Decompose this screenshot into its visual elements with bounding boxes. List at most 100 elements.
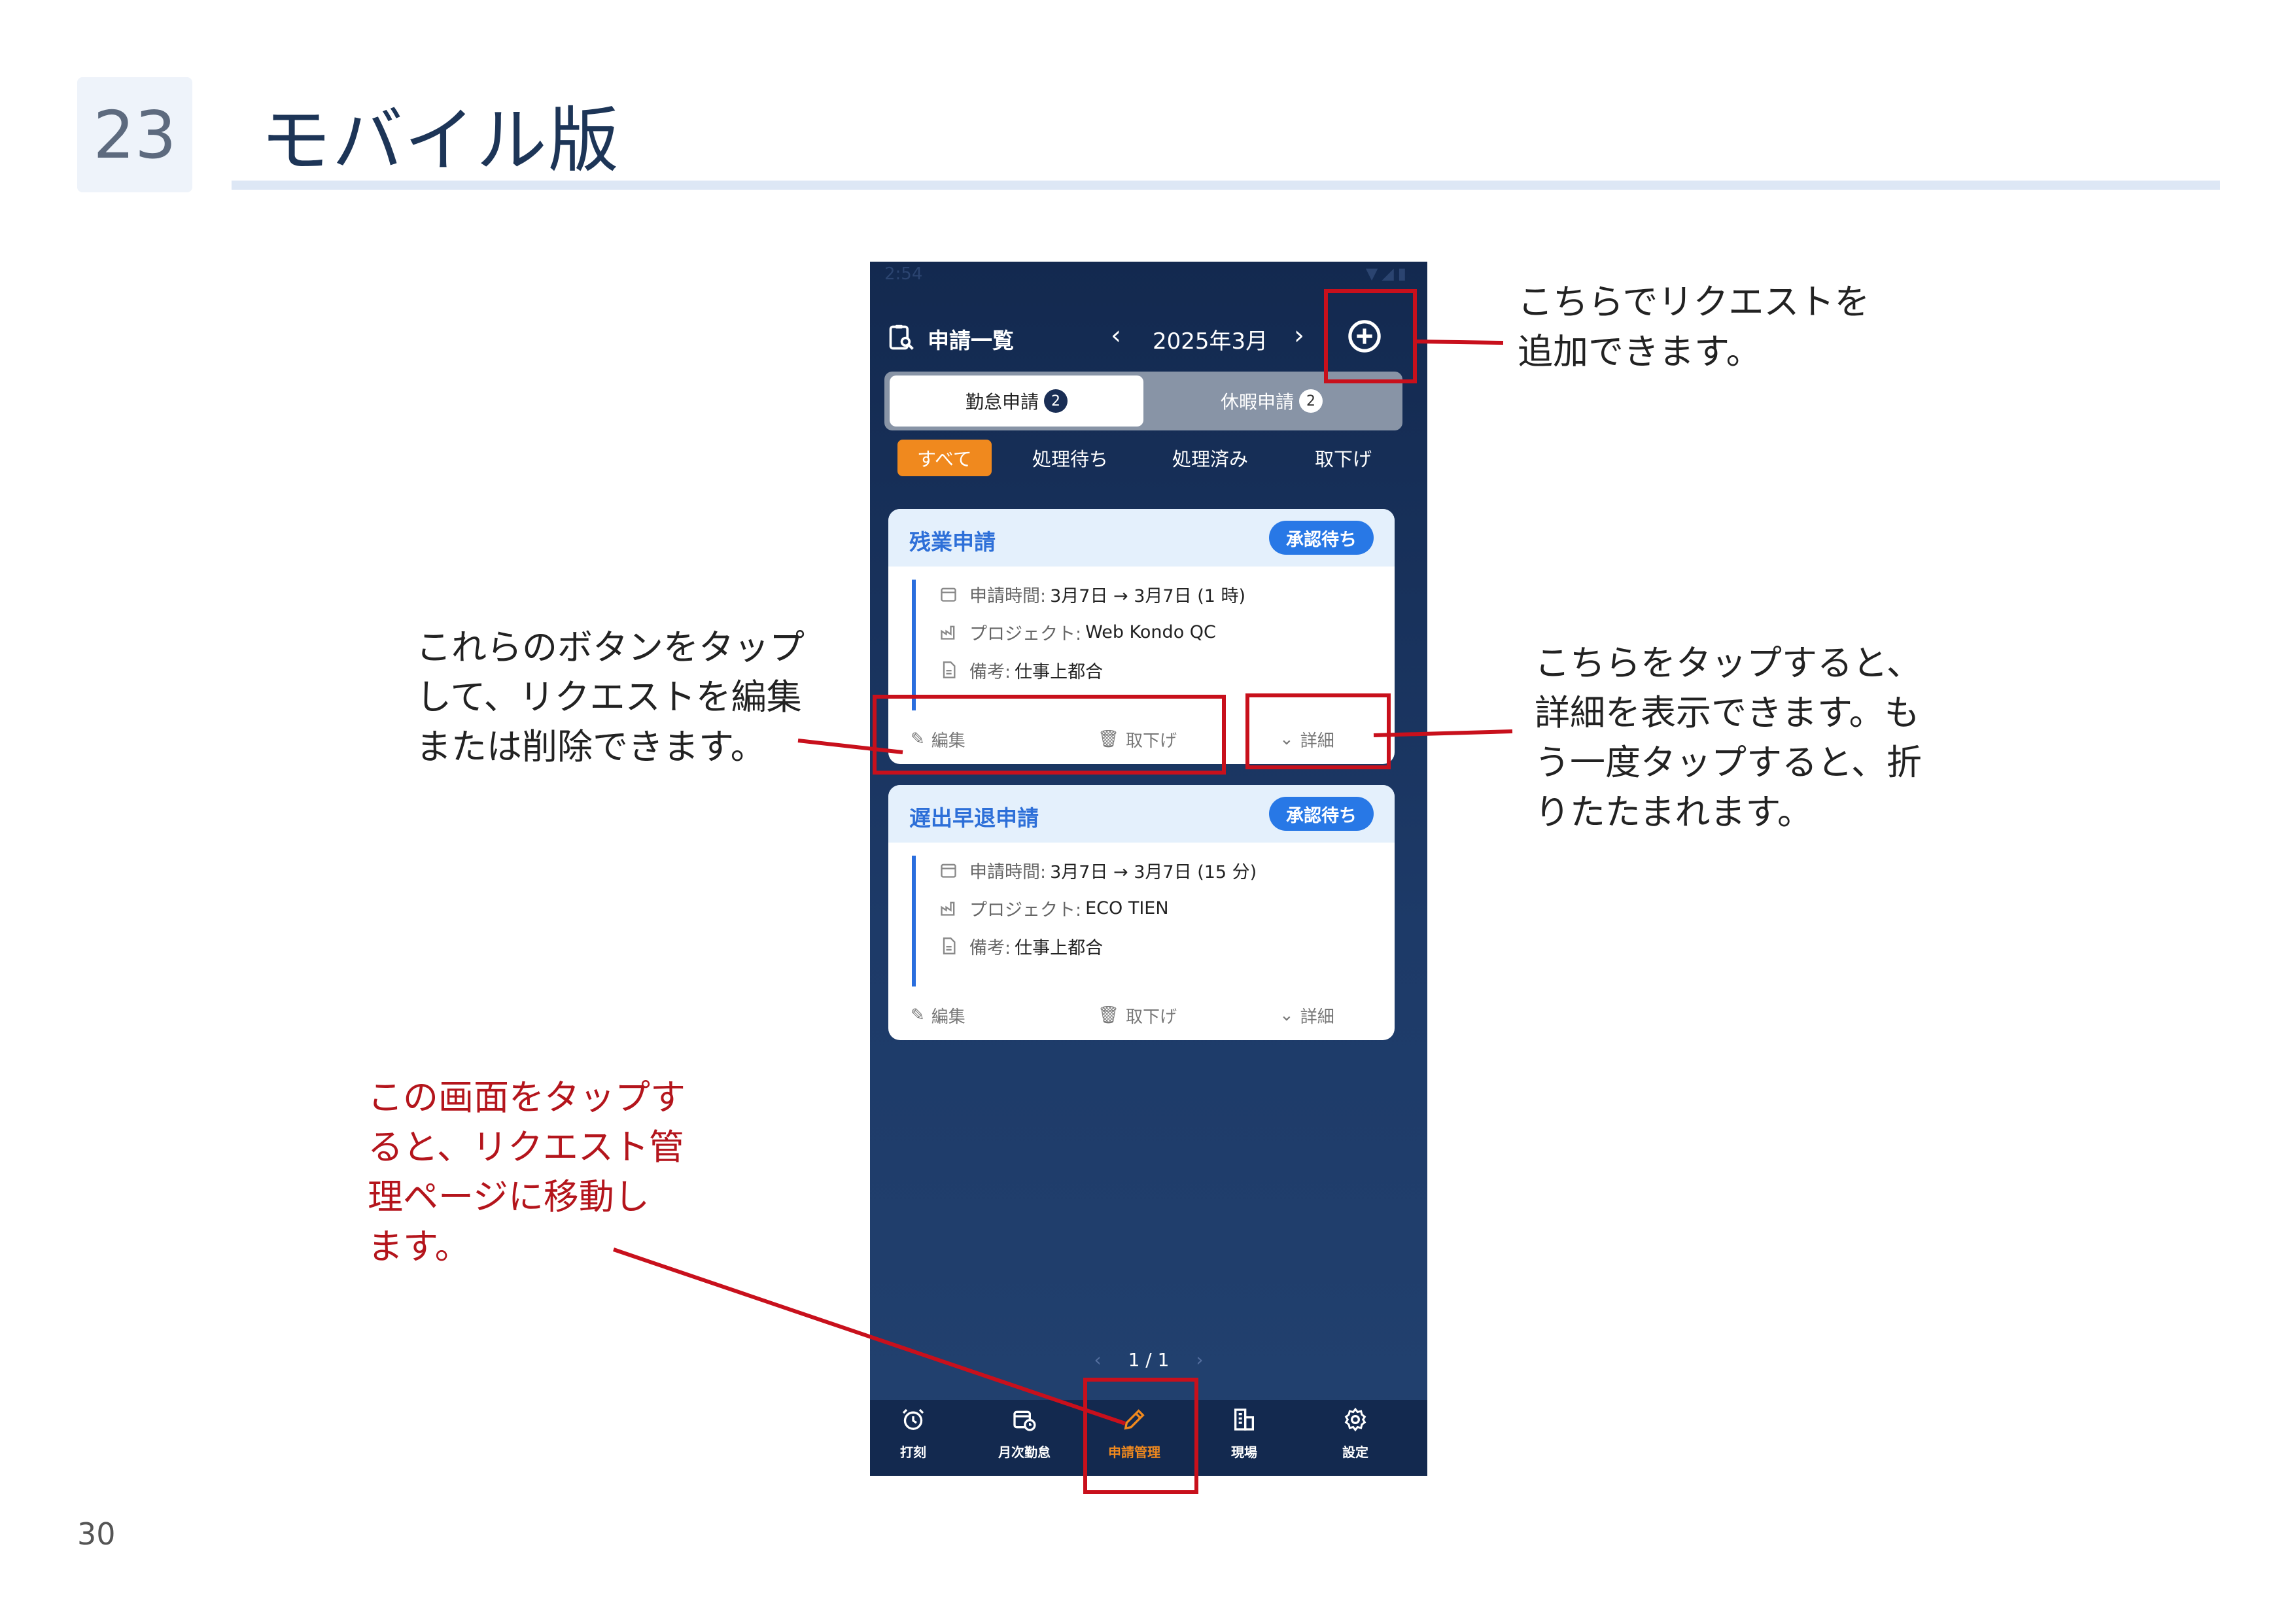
time-label: 申請時間: xyxy=(969,862,1047,882)
note-line: ると、リクエスト管 xyxy=(368,1126,684,1168)
note-line: こちらでリクエストを xyxy=(1518,281,1870,323)
card-details: 申請時間: 3月7日 → 3月7日 (15 分) プロジェクト: ECO TIE… xyxy=(912,856,1374,986)
note-line: 詳細を表示できます。も xyxy=(1535,692,1920,733)
highlight-add-button xyxy=(1324,289,1417,383)
project-label: プロジェクト: xyxy=(969,899,1082,920)
edit-label: 編集 xyxy=(931,1007,965,1027)
status-time: 2:54 xyxy=(884,264,923,284)
card-actions: ✎ 編集 🗑 取下げ ⌄ 詳細 xyxy=(888,998,1395,1032)
title-underline xyxy=(232,181,2220,190)
factory-icon xyxy=(941,901,955,916)
detail-time: 申請時間: 3月7日 → 3月7日 (15 分) xyxy=(939,856,1257,884)
card-header: 遅出早退申請 承認待ち xyxy=(888,785,1395,843)
note-line: これらのボタンをタップ xyxy=(416,627,805,668)
project-value: Web Kondo QC xyxy=(1085,621,1216,642)
prev-page-button[interactable]: ‹ xyxy=(1094,1349,1101,1370)
note-label: 備考: xyxy=(969,661,1011,682)
document-icon xyxy=(943,937,956,954)
time-value: 3月7日 → 3月7日 (15 分) xyxy=(1050,862,1257,882)
nav-punch[interactable]: 打刻 xyxy=(874,1406,952,1461)
calendar-clock-icon xyxy=(1013,1410,1036,1431)
note-line: または削除できます。 xyxy=(416,726,766,767)
count-badge: 2 xyxy=(1299,389,1323,413)
nav-settings[interactable]: 設定 xyxy=(1316,1406,1395,1461)
slide-title: モバイル版 xyxy=(260,100,621,182)
nav-site-label: 現場 xyxy=(1231,1444,1257,1460)
note-detail: こちらをタップすると、 詳細を表示できます。も う一度タップすると、折 りたたま… xyxy=(1535,638,1922,837)
card-details: 申請時間: 3月7日 → 3月7日 (1 時) プロジェクト: Web Kond… xyxy=(912,580,1374,710)
note-value: 仕事上都合 xyxy=(1015,937,1104,958)
detail-project: プロジェクト: ECO TIEN xyxy=(939,894,1169,922)
note-line: 追加できます。 xyxy=(1518,331,1762,372)
clipboard-search-icon xyxy=(889,324,914,350)
withdraw-button[interactable]: 🗑 取下げ xyxy=(1098,998,1177,1032)
highlight-detail xyxy=(1245,693,1391,769)
factory-icon xyxy=(941,625,955,640)
calendar-icon xyxy=(941,587,956,602)
tab-leave-label: 休暇申請 xyxy=(1220,391,1294,413)
nav-settings-label: 設定 xyxy=(1342,1444,1368,1460)
detail-time: 申請時間: 3月7日 → 3月7日 (1 時) xyxy=(939,580,1245,608)
next-month-button[interactable]: › xyxy=(1294,321,1304,351)
time-label: 申請時間: xyxy=(969,585,1047,606)
note-nav-request: この画面をタップす ると、リクエスト管 理ページに移動し ます。 xyxy=(368,1073,686,1272)
slide-number: 23 xyxy=(77,77,192,192)
filter-processed[interactable]: 処理済み xyxy=(1172,440,1248,476)
nav-monthly-label: 月次勤怠 xyxy=(998,1444,1051,1460)
status-icons: ▼◢▮ xyxy=(1365,264,1410,283)
next-page-button[interactable]: › xyxy=(1196,1349,1203,1370)
request-type-title: 遅出早退申請 xyxy=(909,805,1039,831)
app-title: 申請一覧 xyxy=(928,328,1014,353)
note-add-request: こちらでリクエストを 追加できます。 xyxy=(1518,277,1870,377)
note-line: ます。 xyxy=(368,1226,470,1267)
card-header: 残業申請 承認待ち xyxy=(888,509,1395,567)
status-filters: すべて 処理待ち 処理済み 取下げ xyxy=(870,440,1427,479)
pagination: ‹ 1 / 1 › xyxy=(870,1349,1427,1370)
request-card: 遅出早退申請 承認待ち 申請時間: 3月7日 → 3月7日 (15 分) プロジ… xyxy=(888,785,1395,1040)
withdraw-label: 取下げ xyxy=(1126,1007,1177,1027)
status-badge: 承認待ち xyxy=(1269,797,1374,831)
note-label: 備考: xyxy=(969,937,1011,958)
highlight-edit-withdraw xyxy=(873,695,1226,775)
edit-button[interactable]: ✎ 編集 xyxy=(911,998,965,1032)
trash-icon: 🗑 xyxy=(1098,1005,1120,1025)
filter-pending[interactable]: 処理待ち xyxy=(1032,440,1108,476)
prev-month-button[interactable]: ‹ xyxy=(1111,321,1121,351)
note-line: りたたまれます。 xyxy=(1535,792,1813,833)
count-badge: 2 xyxy=(1044,389,1068,413)
filter-withdrawn[interactable]: 取下げ xyxy=(1315,440,1372,476)
building-icon xyxy=(1234,1408,1254,1431)
nav-monthly[interactable]: 月次勤怠 xyxy=(985,1406,1064,1461)
page-number: 30 xyxy=(77,1516,116,1552)
note-line: この画面をタップす xyxy=(368,1077,686,1118)
note-line: こちらをタップすると、 xyxy=(1535,642,1922,684)
gear-icon xyxy=(1344,1407,1366,1432)
note-value: 仕事上都合 xyxy=(1015,661,1104,682)
note-line: う一度タップすると、折 xyxy=(1535,742,1922,783)
alarm-clock-icon xyxy=(902,1408,924,1430)
page-indicator: 1 / 1 xyxy=(1128,1349,1170,1370)
phone-screen: 2:54 ▼◢▮ 申請一覧 ‹ 2025年3月 › 勤怠申請 2 休暇申請 2 … xyxy=(870,262,1427,1476)
detail-note: 備考: 仕事上都合 xyxy=(939,655,1103,684)
document-icon xyxy=(943,661,956,678)
nav-site[interactable]: 現場 xyxy=(1205,1406,1283,1461)
pencil-icon: ✎ xyxy=(911,1005,925,1025)
detail-label: 詳細 xyxy=(1300,1007,1334,1027)
note-line: 理ページに移動し xyxy=(368,1176,650,1217)
detail-button[interactable]: ⌄ 詳細 xyxy=(1279,998,1334,1032)
time-value: 3月7日 → 3月7日 (1 時) xyxy=(1050,585,1246,606)
tab-attendance-label: 勤怠申請 xyxy=(965,391,1039,413)
filter-all[interactable]: すべて xyxy=(897,440,992,476)
status-bar: 2:54 ▼◢▮ xyxy=(870,262,1427,287)
detail-project: プロジェクト: Web Kondo QC xyxy=(939,618,1216,646)
project-label: プロジェクト: xyxy=(969,623,1082,644)
note-line: して、リクエストを編集 xyxy=(416,676,802,718)
current-month: 2025年3月 xyxy=(1153,328,1268,355)
chevron-down-icon: ⌄ xyxy=(1279,1005,1294,1025)
nav-punch-label: 打刻 xyxy=(900,1444,926,1460)
status-badge: 承認待ち xyxy=(1269,521,1374,555)
highlight-nav-request xyxy=(1083,1378,1198,1494)
tab-attendance[interactable]: 勤怠申請 2 xyxy=(890,375,1143,427)
request-type-title: 残業申請 xyxy=(909,529,996,555)
detail-note: 備考: 仕事上都合 xyxy=(939,932,1103,960)
